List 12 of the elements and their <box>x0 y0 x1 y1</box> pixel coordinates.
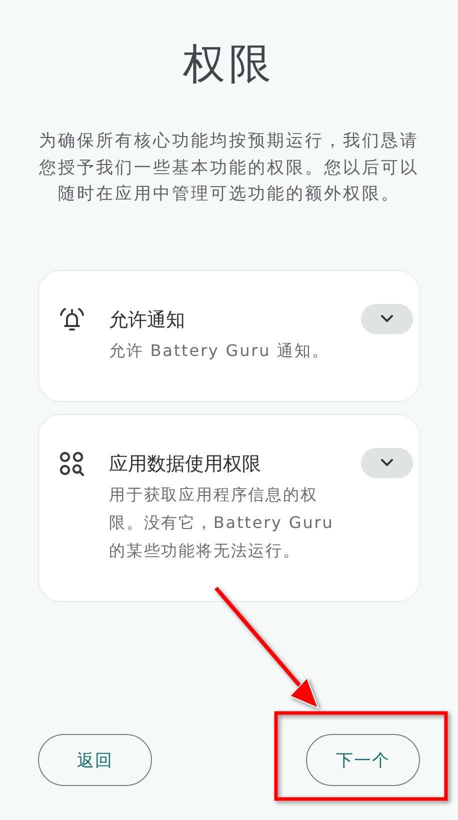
chevron-icon <box>380 314 394 323</box>
expand-button[interactable] <box>361 304 413 334</box>
next-button[interactable]: 下一个 <box>306 734 420 786</box>
page-title: 权限 <box>183 38 275 90</box>
back-button[interactable]: 返回 <box>38 734 152 786</box>
permission-title: 应用数据使用权限 <box>109 452 262 476</box>
permission-description: 用于获取应用程序信息的权限。没有它，Battery Guru 的某些功能将无法运行。 <box>109 484 335 562</box>
expand-button[interactable] <box>361 448 413 478</box>
permission-title: 允许通知 <box>109 308 186 332</box>
intro-text: 为确保所有核心功能均按预期运行，我们恳请您授予我们一些基本功能的权限。您以后可以随时在应用中管理可选功能的额外权限。 <box>38 130 420 206</box>
chevron-icon <box>380 458 394 467</box>
permission-description: 允许 Battery Guru 通知。 <box>109 340 330 362</box>
